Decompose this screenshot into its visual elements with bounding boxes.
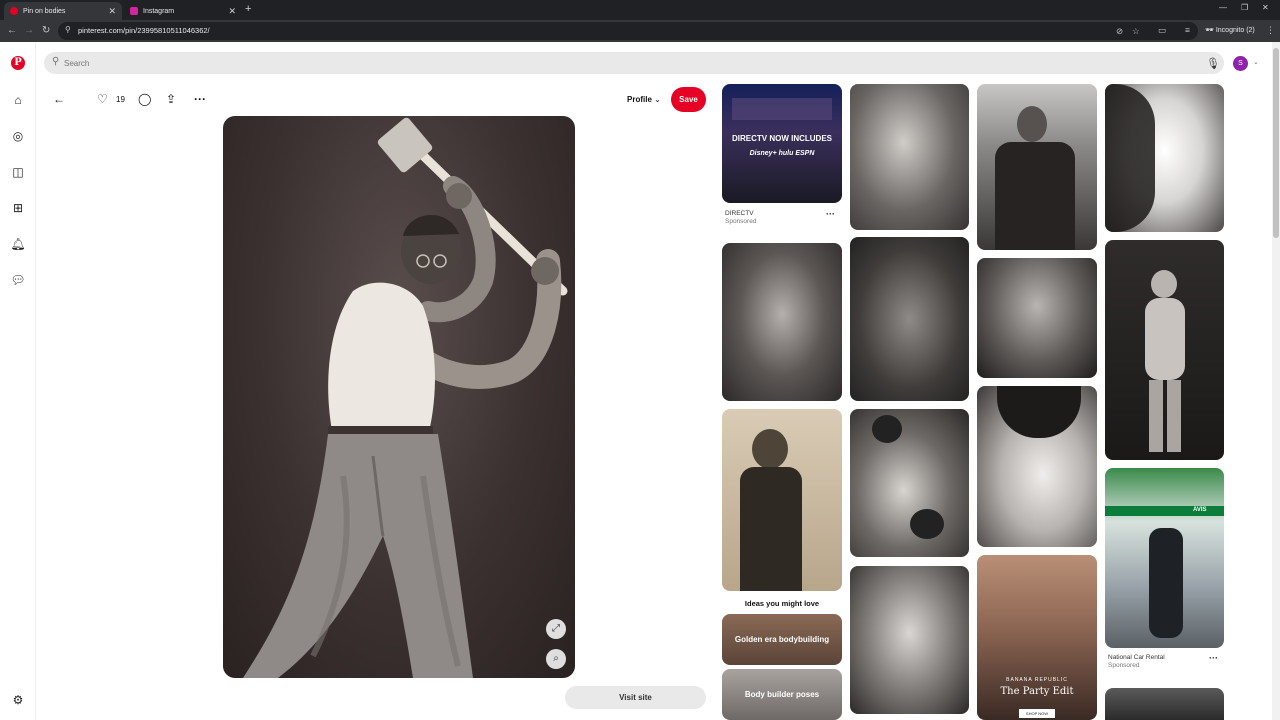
board-card-body-builder-poses[interactable]: Body builder poses [722, 669, 842, 720]
forward-icon[interactable]: → [24, 25, 34, 36]
board-card-label: Body builder poses [744, 690, 820, 699]
incognito-icon: 🕶 [1205, 27, 1214, 34]
close-tab-icon[interactable]: ✕ [228, 6, 236, 17]
extensions-icon[interactable]: ≡ [1185, 25, 1190, 35]
pin-thumbnail[interactable] [1105, 240, 1224, 460]
url-text: pinterest.com/pin/23995810511046362/ [78, 26, 210, 35]
national-car-rental-ad-image[interactable]: AVIS [1105, 468, 1224, 648]
pin-thumbnail[interactable] [850, 84, 969, 230]
heart-icon[interactable]: ♡ [97, 92, 108, 106]
pin-thumbnail[interactable] [850, 237, 969, 401]
avatar[interactable]: S [1233, 56, 1248, 71]
eye-off-icon[interactable]: ⊘ [1116, 26, 1123, 37]
visit-site-button[interactable]: Visit site [565, 686, 706, 709]
incognito-indicator[interactable]: 🕶 Incognito (2) [1205, 26, 1255, 34]
pinterest-logo-icon[interactable]: P [11, 56, 25, 70]
visual-search-icon[interactable]: ⌕ [546, 649, 566, 669]
chevron-down-icon[interactable]: ⌄ [1253, 58, 1259, 66]
pin-thumbnail[interactable] [722, 409, 842, 591]
board-card-label: Golden era bodybuilding [734, 635, 830, 644]
minimize-icon[interactable]: — [1219, 3, 1227, 12]
ad-meta-directv: DIRECTV Sponsored [725, 210, 756, 226]
ad-brands: Disney+ hulu ESPN [749, 150, 815, 157]
save-button[interactable]: Save [671, 87, 706, 112]
tab-strip: Pin on bodies ✕ Instagram ✕ + — ❐ ✕ [0, 0, 1280, 20]
share-icon[interactable]: ⇪ [166, 92, 176, 106]
tab-label: Instagram [143, 7, 175, 15]
notifications-bell-icon[interactable]: 🔔︎ [10, 236, 26, 252]
incognito-label: Incognito (2) [1215, 27, 1255, 34]
bookmark-star-icon[interactable]: ☆ [1132, 26, 1140, 37]
directv-ad-image[interactable]: DIRECTV NOW INCLUDES Disney+ hulu ESPN [722, 84, 842, 203]
profile-dropdown-label: Profile [627, 95, 652, 104]
pinterest-favicon-icon [10, 7, 18, 15]
search-input[interactable] [64, 55, 1184, 71]
scrollbar-thumb[interactable] [1273, 48, 1279, 238]
banana-republic-ad-image[interactable]: BANANA REPUBLIC The Party Edit SHOP NOW [977, 555, 1097, 720]
more-options-icon[interactable]: ··· [194, 92, 206, 106]
explore-compass-icon[interactable]: ◎ [10, 128, 26, 144]
create-icon[interactable]: ⊞ [10, 200, 26, 216]
ad-sign: AVIS [1193, 507, 1207, 513]
boards-icon[interactable]: ◫ [10, 164, 26, 180]
browser-menu-icon[interactable]: ⋮ [1266, 25, 1275, 36]
profile-dropdown[interactable]: Profile ⌄ [627, 95, 661, 104]
instagram-favicon-icon [130, 7, 138, 15]
pin-photo-man-with-sledgehammer [243, 117, 568, 678]
reload-icon[interactable]: ↻ [42, 25, 50, 36]
pin-thumbnail[interactable] [977, 84, 1097, 250]
pin-thumbnail[interactable] [850, 409, 969, 557]
pin-thumbnail[interactable] [1105, 84, 1224, 232]
shop-now-button[interactable]: SHOP NOW [1019, 709, 1055, 718]
tab-instagram[interactable]: Instagram ✕ [124, 2, 242, 20]
ideas-title: Ideas you might love [744, 599, 820, 608]
tab-pin-on-bodies[interactable]: Pin on bodies ✕ [4, 2, 122, 20]
messages-icon[interactable]: 💬︎ [10, 272, 26, 288]
sponsored-label: Sponsored [1108, 662, 1140, 669]
left-navigation-rail: P ⌂ ◎ ◫ ⊞ 🔔︎ 💬︎ ⚙ [0, 42, 36, 720]
ad-headline: The Party Edit [1000, 686, 1074, 697]
back-icon[interactable]: ← [7, 25, 17, 36]
comment-icon[interactable]: ◯ [138, 92, 151, 106]
maximize-icon[interactable]: ❐ [1241, 3, 1248, 12]
pin-thumbnail[interactable] [977, 258, 1097, 378]
pin-main-image[interactable]: ⤢ ⌕ [223, 116, 575, 678]
pin-thumbnail[interactable] [722, 243, 842, 401]
tab-label: Pin on bodies [23, 7, 66, 15]
expand-icon[interactable]: ⤢ [546, 619, 566, 639]
settings-gear-icon[interactable]: ⚙ [10, 692, 26, 708]
ad-advertiser: DIRECTV [725, 210, 754, 217]
search-bar: ⚲ [44, 52, 1224, 74]
more-options-icon[interactable]: ··· [1209, 653, 1218, 663]
like-count: 19 [116, 95, 125, 104]
more-options-icon[interactable]: ··· [826, 209, 835, 219]
chevron-down-icon: ⌄ [654, 95, 661, 104]
board-card-golden-era[interactable]: Golden era bodybuilding [722, 614, 842, 665]
site-info-icon[interactable]: ⚲ [65, 25, 71, 34]
sponsored-label: Sponsored [725, 218, 757, 225]
browser-toolbar: ← → ↻ ⚲ pinterest.com/pin/23995810511046… [0, 20, 1280, 42]
cast-icon[interactable]: ▭ [1158, 25, 1166, 36]
ad-headline: DIRECTV NOW INCLUDES [732, 134, 832, 143]
pin-thumbnail[interactable] [850, 566, 969, 714]
pin-thumbnail[interactable] [1105, 688, 1224, 720]
ad-screen-shape [732, 98, 832, 120]
pin-thumbnail[interactable] [977, 386, 1097, 547]
search-icon: ⚲ [52, 56, 60, 67]
address-bar[interactable]: ⚲ pinterest.com/pin/23995810511046362/ ⊘… [58, 22, 1198, 40]
microphone-icon[interactable]: 🎙︎ [1206, 57, 1220, 70]
ad-brand: BANANA REPUBLIC [1006, 677, 1068, 683]
ad-advertiser: National Car Rental [1108, 654, 1165, 661]
close-tab-icon[interactable]: ✕ [108, 6, 116, 17]
close-window-icon[interactable]: ✕ [1262, 3, 1269, 12]
home-icon[interactable]: ⌂ [10, 92, 26, 108]
new-tab-icon[interactable]: + [245, 3, 251, 15]
ad-meta-national: National Car Rental Sponsored [1108, 654, 1165, 670]
back-arrow-icon[interactable]: ← [53, 92, 65, 106]
